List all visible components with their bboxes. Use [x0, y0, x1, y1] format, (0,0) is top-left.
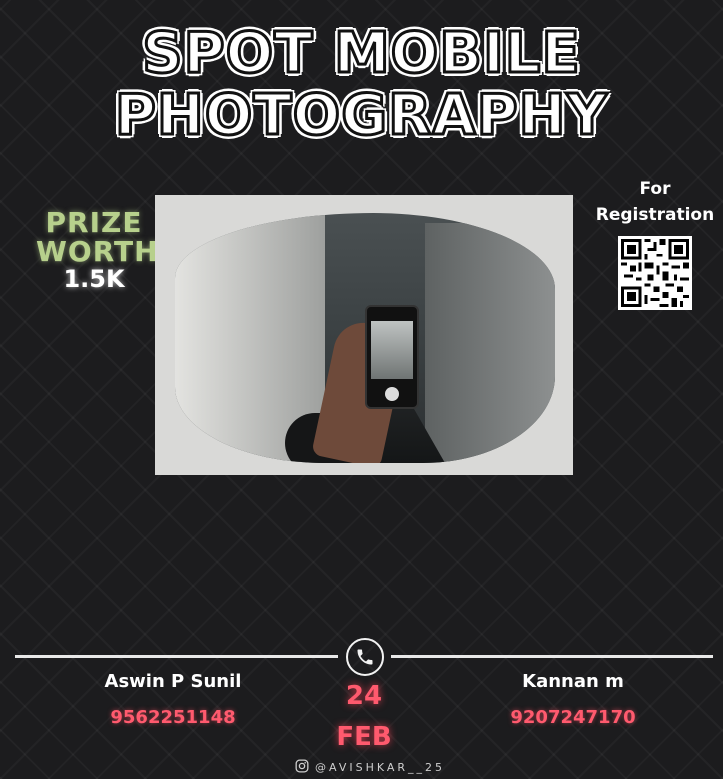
prize-block: PRIZE WORTH 1.5K: [36, 206, 159, 293]
phone-icon: [346, 638, 384, 676]
qr-code-icon[interactable]: [618, 236, 692, 310]
divider-left: [15, 655, 338, 658]
prize-worth-label: WORTH: [36, 235, 159, 269]
poster-photo: [155, 195, 573, 475]
divider-right: [391, 655, 713, 658]
instagram-handle[interactable]: @AVISHKAR__25: [295, 759, 455, 776]
contact-phone-1[interactable]: 9562251148: [73, 707, 273, 728]
title-line-1: SPOT MOBILE: [141, 21, 581, 86]
contact-name-1: Aswin P Sunil: [104, 671, 242, 692]
city-street-photo: [175, 213, 555, 463]
smartphone-icon: [365, 305, 419, 409]
registration-label: For Registration: [592, 176, 718, 229]
title-line-2: PHOTOGRAPHY: [113, 83, 609, 148]
contact-phone-2[interactable]: 9207247170: [473, 707, 673, 728]
instagram-handle-text: @AVISHKAR__25: [315, 761, 446, 774]
prize-amount: 1.5K: [63, 264, 125, 293]
phone-screen: [371, 321, 413, 379]
event-month: FEB: [336, 722, 392, 752]
registration-label-line-1: For: [639, 179, 671, 199]
building-right: [425, 223, 555, 463]
prize-label: PRIZE: [45, 206, 143, 239]
registration-label-line-2: Registration: [595, 205, 715, 226]
contact-name-2: Kannan m: [522, 671, 624, 692]
event-day: 24: [345, 681, 383, 711]
shutter-button-icon: [385, 387, 399, 401]
instagram-icon: [295, 759, 309, 776]
